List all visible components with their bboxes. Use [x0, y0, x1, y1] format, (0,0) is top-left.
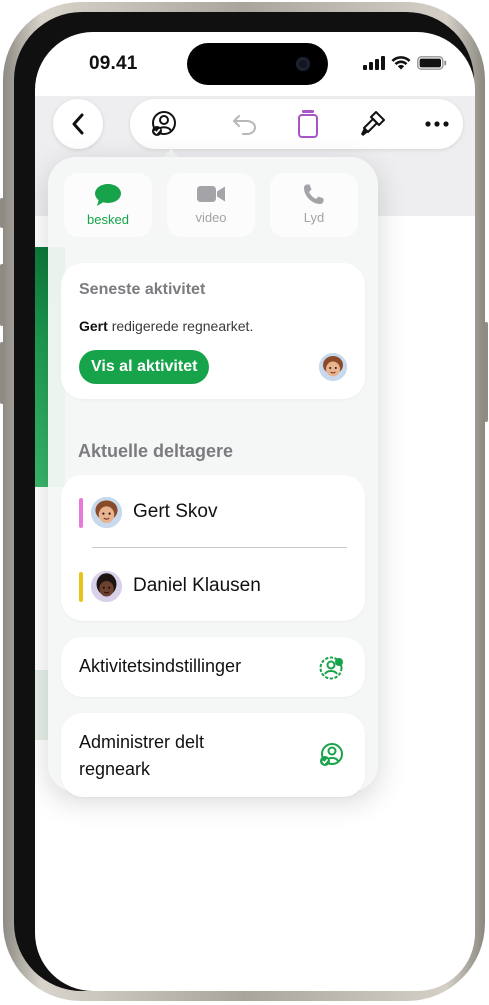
person-check-icon [152, 111, 176, 136]
person-gear-icon [319, 656, 343, 680]
front-camera [296, 57, 310, 71]
action-button [0, 198, 4, 228]
wifi-icon [391, 56, 411, 70]
video-label: video [195, 210, 227, 225]
volume-up-button [0, 264, 4, 326]
dynamic-island [187, 43, 328, 85]
avatar [91, 497, 122, 528]
back-button[interactable] [53, 99, 103, 149]
phone-icon [304, 184, 324, 204]
undo-icon [233, 115, 256, 135]
status-bar: 09.41 [35, 32, 475, 96]
bezel: 09.41 besked video Lyd Seneste aktivitet… [14, 12, 475, 991]
status-icons [363, 56, 447, 70]
recent-activity-text: Gert redigerede regnearket. [79, 318, 253, 334]
participant-color-bar [79, 572, 83, 602]
person-check-icon [320, 743, 343, 766]
copy-button[interactable] [284, 99, 332, 149]
phone-frame: 09.41 besked video Lyd Seneste aktivitet… [0, 2, 488, 1001]
participant-name: Daniel Klausen [133, 575, 261, 596]
recent-activity-card: Seneste aktivitet Gert redigerede regnea… [61, 263, 365, 399]
show-all-activity-button[interactable]: Vis al aktivitet [79, 350, 210, 384]
volume-down-button [0, 342, 4, 404]
paintbrush-icon [361, 111, 385, 136]
video-camera-icon [197, 186, 225, 202]
participant-color-bar [79, 498, 83, 528]
avatar [319, 353, 347, 381]
collaborate-button[interactable] [140, 99, 188, 149]
status-time: 09.41 [89, 53, 138, 74]
audio-label: Lyd [303, 210, 325, 225]
side-button [484, 322, 488, 422]
activity-settings-icon-wrap [317, 654, 345, 687]
participants-card: Gert Skov Daniel Klausen [61, 475, 365, 621]
message-bubble-icon [95, 184, 121, 206]
participant-name: Gert Skov [133, 501, 218, 522]
message-label: besked [87, 212, 129, 227]
more-button[interactable] [413, 99, 461, 149]
ellipsis-icon [425, 121, 449, 127]
manage-label-line1: Administrer delt [79, 732, 205, 752]
format-button[interactable] [349, 99, 397, 149]
cellular-signal-icon [363, 56, 385, 70]
video-button[interactable]: video [167, 173, 255, 237]
avatar-gert-icon [91, 497, 122, 528]
avatar [91, 571, 122, 602]
manage-label-line2: regneark [79, 759, 151, 779]
toolbar [130, 99, 463, 149]
participants-heading: Aktuelle deltagere [78, 441, 234, 461]
chevron-left-icon [72, 113, 84, 135]
copy-icon [298, 110, 318, 138]
undo-button[interactable] [221, 99, 269, 149]
collaboration-popover: besked video Lyd Seneste aktivitet Gert … [48, 157, 378, 797]
divider [92, 547, 347, 548]
battery-icon [417, 56, 447, 70]
message-button[interactable]: besked [64, 173, 152, 237]
activity-user: Gert [79, 318, 108, 334]
list-item[interactable]: Daniel Klausen [61, 551, 365, 619]
screen: 09.41 besked video Lyd Seneste aktivitet… [35, 32, 475, 991]
activity-settings-row[interactable]: Aktivitetsindstillinger [61, 637, 365, 697]
list-item[interactable]: Gert Skov [61, 477, 365, 545]
activity-settings-label: Aktivitetsindstillinger [79, 656, 242, 676]
audio-call-button[interactable]: Lyd [270, 173, 358, 237]
avatar-gert-icon [319, 353, 347, 381]
recent-activity-title: Seneste aktivitet [79, 281, 206, 298]
avatar-daniel-icon [91, 571, 122, 602]
manage-shared-sheet-row[interactable]: Administrer delt regneark [61, 713, 365, 797]
activity-action: redigerede regnearket. [111, 318, 254, 334]
manage-icon-wrap [317, 741, 345, 774]
